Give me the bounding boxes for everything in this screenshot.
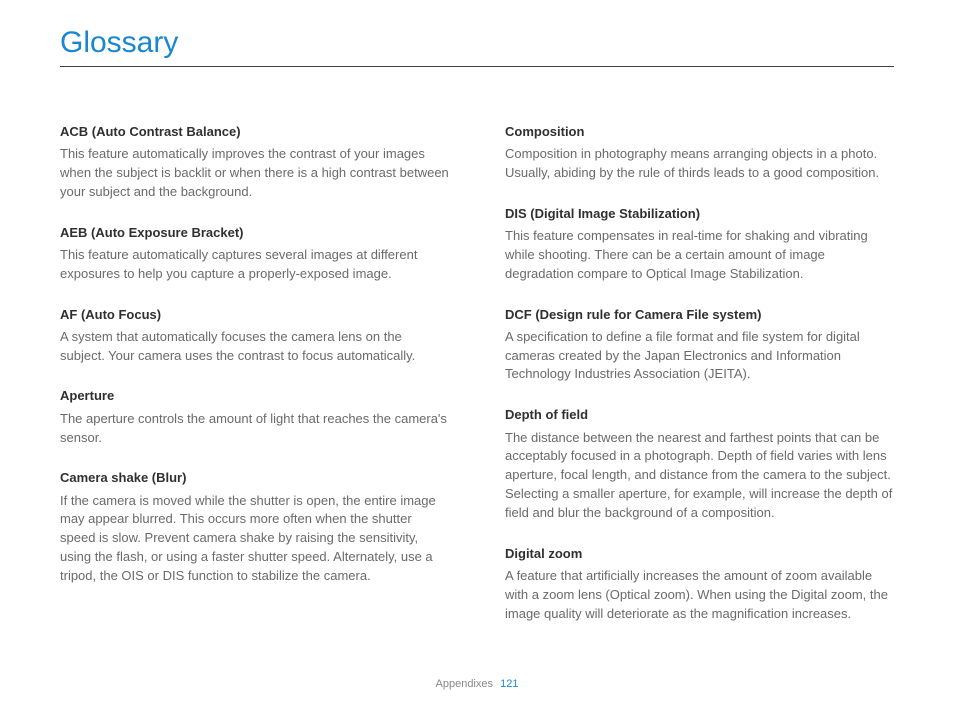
glossary-term: AEB (Auto Exposure Bracket) bbox=[60, 224, 449, 242]
glossary-entry: Camera shake (Blur) If the camera is move… bbox=[60, 469, 449, 585]
title-rule bbox=[60, 66, 894, 67]
glossary-entry: DIS (Digital Image Stabilization) This fe… bbox=[505, 205, 894, 284]
glossary-definition: A feature that artificially increases th… bbox=[505, 567, 894, 624]
footer-page-number: 121 bbox=[500, 678, 518, 690]
glossary-term: Aperture bbox=[60, 387, 449, 405]
glossary-term: Composition bbox=[505, 123, 894, 141]
glossary-definition: A specification to define a file format … bbox=[505, 328, 894, 385]
glossary-term: AF (Auto Focus) bbox=[60, 306, 449, 324]
glossary-definition: If the camera is moved while the shutter… bbox=[60, 492, 449, 586]
glossary-term: Digital zoom bbox=[505, 545, 894, 563]
page-footer: Appendixes 121 bbox=[0, 678, 954, 690]
glossary-term: Depth of field bbox=[505, 406, 894, 424]
glossary-definition: A system that automatically focuses the … bbox=[60, 328, 449, 366]
glossary-definition: The distance between the nearest and far… bbox=[505, 429, 894, 523]
glossary-entry: AF (Auto Focus) A system that automatical… bbox=[60, 306, 449, 366]
glossary-entry: Depth of field The distance between the n… bbox=[505, 406, 894, 522]
glossary-entry: AEB (Auto Exposure Bracket) This feature … bbox=[60, 224, 449, 284]
column-left: ACB (Auto Contrast Balance) This feature … bbox=[60, 123, 449, 645]
glossary-columns: ACB (Auto Contrast Balance) This feature … bbox=[60, 123, 894, 645]
glossary-entry: Composition Composition in photography me… bbox=[505, 123, 894, 183]
glossary-definition: This feature automatically improves the … bbox=[60, 145, 449, 202]
page-title: Glossary bbox=[60, 26, 894, 60]
glossary-term: Camera shake (Blur) bbox=[60, 469, 449, 487]
glossary-entry: DCF (Design rule for Camera File system)… bbox=[505, 306, 894, 385]
glossary-entry: ACB (Auto Contrast Balance) This feature … bbox=[60, 123, 449, 202]
glossary-entry: Aperture The aperture controls the amount… bbox=[60, 387, 449, 447]
glossary-definition: This feature compensates in real-time fo… bbox=[505, 227, 894, 284]
glossary-term: DIS (Digital Image Stabilization) bbox=[505, 205, 894, 223]
footer-section: Appendixes bbox=[436, 678, 494, 690]
glossary-definition: This feature automatically captures seve… bbox=[60, 246, 449, 284]
glossary-term: ACB (Auto Contrast Balance) bbox=[60, 123, 449, 141]
glossary-term: DCF (Design rule for Camera File system) bbox=[505, 306, 894, 324]
glossary-definition: Composition in photography means arrangi… bbox=[505, 145, 894, 183]
page: Glossary ACB (Auto Contrast Balance) This… bbox=[0, 0, 954, 720]
glossary-definition: The aperture controls the amount of ligh… bbox=[60, 410, 449, 448]
column-right: Composition Composition in photography me… bbox=[505, 123, 894, 645]
glossary-entry: Digital zoom A feature that artificially … bbox=[505, 545, 894, 624]
